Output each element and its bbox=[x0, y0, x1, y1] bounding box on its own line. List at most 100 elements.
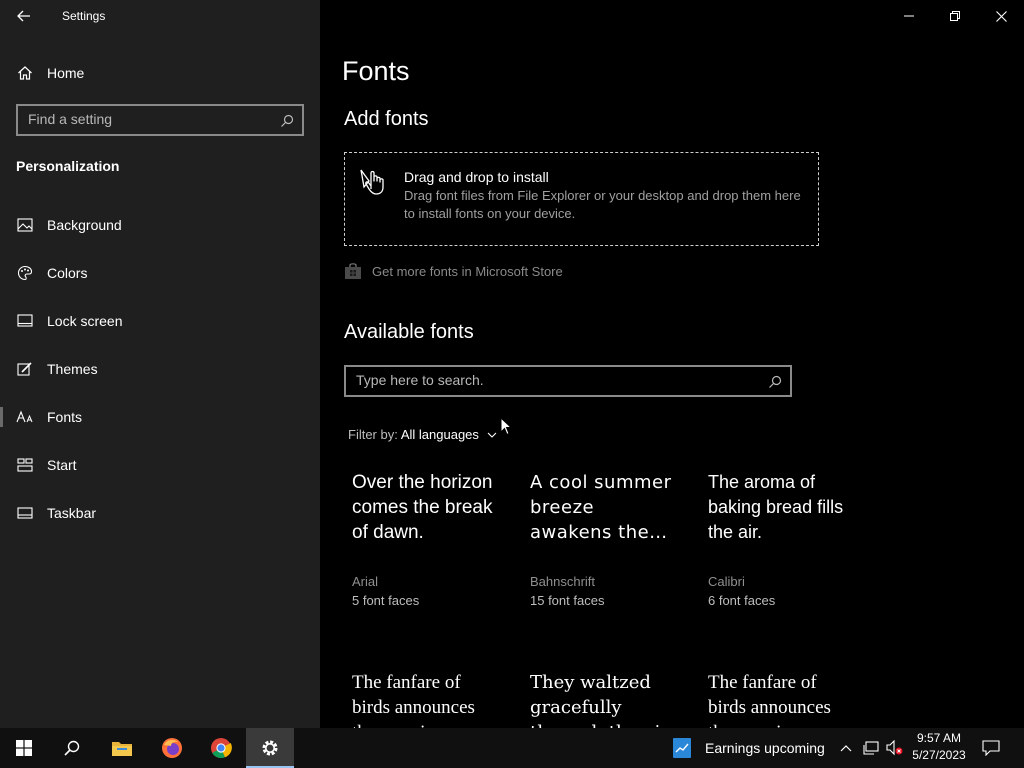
selected-indicator bbox=[0, 407, 3, 427]
sidebar-item-home[interactable]: Home bbox=[0, 53, 320, 93]
clock[interactable]: 9:57 AM 5/27/2023 bbox=[908, 730, 970, 766]
network-button[interactable] bbox=[860, 728, 882, 768]
volume-button[interactable] bbox=[884, 728, 906, 768]
news-text: Earnings upcoming bbox=[705, 740, 825, 756]
sidebar-item-label: Themes bbox=[47, 361, 98, 377]
font-tile-6[interactable]: The fanfare of birds announces the morni… bbox=[708, 670, 868, 728]
sidebar-item-label: Background bbox=[47, 217, 122, 233]
news-widget[interactable]: Earnings upcoming bbox=[672, 728, 825, 768]
drop-title: Drag and drop to install bbox=[404, 169, 549, 185]
restore-button[interactable] bbox=[932, 0, 978, 32]
page-title: Fonts bbox=[342, 56, 410, 86]
filter-label: Filter by: bbox=[348, 427, 398, 442]
taskbar-icon bbox=[16, 504, 34, 522]
notification-icon bbox=[982, 740, 1000, 756]
search-icon bbox=[769, 375, 782, 388]
font-sample: A cool summer breeze awakens the… bbox=[530, 472, 672, 543]
font-name: Bahnschrift bbox=[530, 574, 596, 589]
font-faces: 15 font faces bbox=[530, 593, 605, 608]
font-icon bbox=[16, 408, 34, 426]
stock-chart-icon bbox=[673, 738, 691, 758]
search-icon bbox=[64, 740, 80, 756]
taskbar-search-button[interactable] bbox=[48, 728, 96, 768]
font-tile-5[interactable]: They waltzed gracefully through the air. bbox=[530, 670, 690, 728]
restore-icon bbox=[950, 11, 960, 21]
firefox-icon bbox=[162, 738, 182, 758]
main-content: Fonts Add fonts Drag and drop to install… bbox=[320, 0, 1024, 728]
windows-logo-icon bbox=[16, 740, 32, 756]
section-title: Personalization bbox=[16, 158, 120, 174]
image-icon bbox=[16, 216, 34, 234]
font-tile-bahnschrift[interactable]: A cool summer breeze awakens the… Bahnsc… bbox=[530, 470, 690, 620]
firefox-button[interactable] bbox=[148, 728, 196, 768]
volume-muted-icon bbox=[886, 740, 903, 756]
chevron-up-icon bbox=[840, 744, 852, 751]
file-explorer-button[interactable] bbox=[98, 728, 146, 768]
palette-icon bbox=[16, 264, 34, 282]
settings-taskbar-button[interactable] bbox=[246, 728, 294, 768]
start-icon bbox=[16, 456, 34, 474]
chrome-button[interactable] bbox=[197, 728, 245, 768]
font-tile-arial[interactable]: Over the horizon comes the break of dawn… bbox=[352, 470, 512, 620]
font-faces: 5 font faces bbox=[352, 593, 420, 608]
find-setting-placeholder: Find a setting bbox=[28, 111, 113, 127]
chevron-down-icon bbox=[487, 432, 497, 438]
sidebar-item-label: Colors bbox=[47, 265, 88, 281]
store-link[interactable]: Get more fonts in Microsoft Store bbox=[344, 261, 563, 281]
minimize-icon bbox=[904, 15, 914, 17]
font-sample: Over the horizon comes the break of dawn… bbox=[352, 472, 493, 543]
sidebar-item-lock-screen[interactable]: Lock screen bbox=[0, 301, 320, 341]
sidebar-item-taskbar[interactable]: Taskbar bbox=[0, 493, 320, 533]
chrome-icon bbox=[211, 738, 232, 759]
font-faces: 6 font faces bbox=[708, 593, 776, 608]
taskbar: Earnings upcoming 9:57 AM 5/27/2023 bbox=[0, 728, 1024, 768]
sidebar-item-themes[interactable]: Themes bbox=[0, 349, 320, 389]
sidebar-item-label: Start bbox=[47, 457, 77, 473]
store-link-label: Get more fonts in Microsoft Store bbox=[372, 263, 563, 279]
font-search-placeholder: Type here to search. bbox=[356, 372, 484, 388]
close-icon bbox=[995, 10, 1007, 22]
sidebar-item-label: Fonts bbox=[47, 409, 83, 425]
sidebar-item-fonts[interactable]: Fonts bbox=[0, 397, 320, 437]
clock-time: 9:57 AM bbox=[916, 731, 962, 745]
brush-icon bbox=[16, 360, 34, 378]
gear-icon bbox=[262, 740, 278, 756]
font-name: Calibri bbox=[708, 574, 745, 589]
close-button[interactable] bbox=[978, 0, 1024, 32]
font-sample: The aroma of baking bread fills the air. bbox=[708, 472, 844, 542]
sidebar-item-background[interactable]: Background bbox=[0, 205, 320, 245]
back-button[interactable] bbox=[10, 4, 38, 28]
drop-zone[interactable]: Drag and drop to install Drag font files… bbox=[344, 152, 819, 246]
find-setting-input[interactable]: Find a setting bbox=[16, 104, 304, 136]
font-sample: They waltzed gracefully through the air. bbox=[530, 672, 673, 728]
window-title: Settings bbox=[62, 9, 106, 23]
notifications-button[interactable] bbox=[976, 728, 1006, 768]
add-fonts-heading: Add fonts bbox=[344, 108, 429, 130]
hand-pointer-icon bbox=[360, 169, 384, 195]
store-bag-icon bbox=[345, 263, 361, 279]
available-fonts-heading: Available fonts bbox=[344, 321, 474, 343]
drop-description: Drag font files from File Explorer or yo… bbox=[404, 188, 801, 221]
network-icon bbox=[863, 741, 879, 755]
sidebar-item-start[interactable]: Start bbox=[0, 445, 320, 485]
clock-date: 5/27/2023 bbox=[912, 748, 966, 762]
show-hidden-icons-button[interactable] bbox=[836, 728, 856, 768]
font-tile-4[interactable]: The fanfare of birds announces the morni… bbox=[352, 670, 512, 728]
minimize-button[interactable] bbox=[886, 0, 932, 32]
font-search-input[interactable]: Type here to search. bbox=[344, 365, 792, 397]
sidebar-item-label: Lock screen bbox=[47, 313, 123, 329]
sidebar-item-label: Taskbar bbox=[47, 505, 97, 521]
font-sample: The fanfare of birds announces the morni… bbox=[352, 672, 475, 728]
back-arrow-icon bbox=[17, 10, 30, 22]
language-filter[interactable]: Filter by: All languages bbox=[348, 427, 497, 442]
font-sample: The fanfare of birds announces the morni… bbox=[708, 672, 831, 728]
mouse-cursor-icon bbox=[500, 417, 512, 436]
filter-value: All languages bbox=[400, 427, 479, 442]
font-tile-calibri[interactable]: The aroma of baking bread fills the air.… bbox=[708, 470, 868, 620]
lock-screen-icon bbox=[16, 312, 34, 330]
font-name: Arial bbox=[352, 574, 379, 589]
start-button[interactable] bbox=[0, 728, 48, 768]
sidebar: Settings Home Find a setting Personaliza… bbox=[0, 0, 320, 728]
folder-icon bbox=[112, 742, 132, 756]
sidebar-item-colors[interactable]: Colors bbox=[0, 253, 320, 293]
